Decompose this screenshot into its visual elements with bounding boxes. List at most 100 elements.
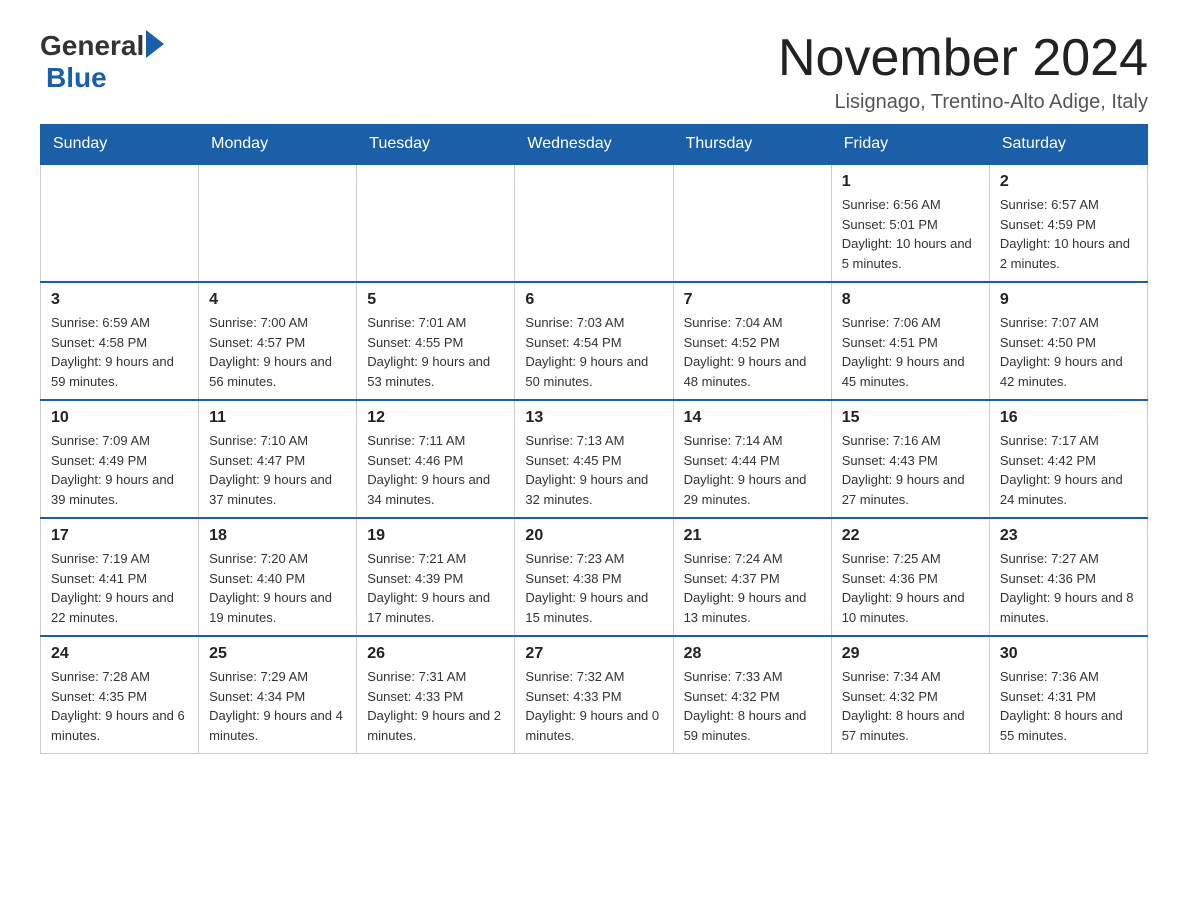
calendar-cell	[515, 164, 673, 282]
day-info: Sunrise: 7:01 AM Sunset: 4:55 PM Dayligh…	[367, 313, 504, 391]
logo-general-text: General	[40, 30, 144, 62]
calendar-week-row: 1Sunrise: 6:56 AM Sunset: 5:01 PM Daylig…	[41, 164, 1148, 282]
day-info: Sunrise: 7:11 AM Sunset: 4:46 PM Dayligh…	[367, 431, 504, 509]
calendar-header-row: SundayMondayTuesdayWednesdayThursdayFrid…	[41, 125, 1148, 165]
calendar-cell: 19Sunrise: 7:21 AM Sunset: 4:39 PM Dayli…	[357, 518, 515, 636]
calendar-cell: 9 Sunrise: 7:07 AM Sunset: 4:50 PM Daylig…	[989, 282, 1147, 400]
calendar-cell: 30 Sunrise: 7:36 AM Sunset: 4:31 PM Dayli…	[989, 636, 1147, 754]
calendar-cell: 11Sunrise: 7:10 AM Sunset: 4:47 PM Dayli…	[199, 400, 357, 518]
col-header-monday: Monday	[199, 125, 357, 165]
day-info: Sunrise: 6:56 AM Sunset: 5:01 PM Dayligh…	[842, 195, 979, 273]
day-number: 12	[367, 409, 504, 427]
calendar-cell	[673, 164, 831, 282]
day-number: 21	[684, 527, 821, 545]
day-info: Sunrise: 7:21 AM Sunset: 4:39 PM Dayligh…	[367, 549, 504, 627]
calendar-week-row: 24Sunrise: 7:28 AM Sunset: 4:35 PM Dayli…	[41, 636, 1148, 754]
calendar-cell: 21Sunrise: 7:24 AM Sunset: 4:37 PM Dayli…	[673, 518, 831, 636]
calendar-cell: 22Sunrise: 7:25 AM Sunset: 4:36 PM Dayli…	[831, 518, 989, 636]
calendar-cell	[357, 164, 515, 282]
day-number: 11	[209, 409, 346, 427]
calendar-week-row: 3 Sunrise: 6:59 AM Sunset: 4:58 PM Daylig…	[41, 282, 1148, 400]
calendar-cell: 23 Sunrise: 7:27 AM Sunset: 4:36 PM Dayli…	[989, 518, 1147, 636]
day-info: Sunrise: 7:19 AM Sunset: 4:41 PM Dayligh…	[51, 549, 188, 627]
day-info: Sunrise: 7:00 AM Sunset: 4:57 PM Dayligh…	[209, 313, 346, 391]
day-number: 7	[684, 291, 821, 309]
calendar-cell: 5 Sunrise: 7:01 AM Sunset: 4:55 PM Daylig…	[357, 282, 515, 400]
day-number: 26	[367, 645, 504, 663]
col-header-saturday: Saturday	[989, 125, 1147, 165]
day-number: 22	[842, 527, 979, 545]
calendar-cell: 13 Sunrise: 7:13 AM Sunset: 4:45 PM Dayli…	[515, 400, 673, 518]
day-number: 28	[684, 645, 821, 663]
day-number: 5	[367, 291, 504, 309]
day-info: Sunrise: 7:32 AM Sunset: 4:33 PM Dayligh…	[525, 667, 662, 745]
calendar-cell: 29 Sunrise: 7:34 AM Sunset: 4:32 PM Dayli…	[831, 636, 989, 754]
logo-blue-text: Blue	[46, 62, 107, 93]
location-subtitle: Lisignago, Trentino-Alto Adige, Italy	[778, 91, 1148, 114]
day-info: Sunrise: 7:28 AM Sunset: 4:35 PM Dayligh…	[51, 667, 188, 745]
col-header-thursday: Thursday	[673, 125, 831, 165]
day-info: Sunrise: 7:29 AM Sunset: 4:34 PM Dayligh…	[209, 667, 346, 745]
calendar-cell: 27 Sunrise: 7:32 AM Sunset: 4:33 PM Dayli…	[515, 636, 673, 754]
calendar-cell: 3 Sunrise: 6:59 AM Sunset: 4:58 PM Daylig…	[41, 282, 199, 400]
day-info: Sunrise: 7:20 AM Sunset: 4:40 PM Dayligh…	[209, 549, 346, 627]
calendar-cell: 14 Sunrise: 7:14 AM Sunset: 4:44 PM Dayli…	[673, 400, 831, 518]
calendar-cell: 10Sunrise: 7:09 AM Sunset: 4:49 PM Dayli…	[41, 400, 199, 518]
day-info: Sunrise: 7:31 AM Sunset: 4:33 PM Dayligh…	[367, 667, 504, 745]
day-number: 14	[684, 409, 821, 427]
calendar-cell: 28 Sunrise: 7:33 AM Sunset: 4:32 PM Dayli…	[673, 636, 831, 754]
day-number: 3	[51, 291, 188, 309]
day-number: 13	[525, 409, 662, 427]
calendar-week-row: 10Sunrise: 7:09 AM Sunset: 4:49 PM Dayli…	[41, 400, 1148, 518]
day-number: 2	[1000, 173, 1137, 191]
calendar-cell: 12 Sunrise: 7:11 AM Sunset: 4:46 PM Dayli…	[357, 400, 515, 518]
day-info: Sunrise: 7:27 AM Sunset: 4:36 PM Dayligh…	[1000, 549, 1137, 627]
calendar-cell: 26 Sunrise: 7:31 AM Sunset: 4:33 PM Dayli…	[357, 636, 515, 754]
day-info: Sunrise: 7:34 AM Sunset: 4:32 PM Dayligh…	[842, 667, 979, 745]
col-header-tuesday: Tuesday	[357, 125, 515, 165]
title-block: November 2024 Lisignago, Trentino-Alto A…	[778, 30, 1148, 114]
calendar-cell	[41, 164, 199, 282]
calendar-table: SundayMondayTuesdayWednesdayThursdayFrid…	[40, 124, 1148, 754]
calendar-cell: 18 Sunrise: 7:20 AM Sunset: 4:40 PM Dayli…	[199, 518, 357, 636]
day-number: 16	[1000, 409, 1137, 427]
day-info: Sunrise: 7:03 AM Sunset: 4:54 PM Dayligh…	[525, 313, 662, 391]
calendar-cell: 1Sunrise: 6:56 AM Sunset: 5:01 PM Daylig…	[831, 164, 989, 282]
day-number: 27	[525, 645, 662, 663]
col-header-sunday: Sunday	[41, 125, 199, 165]
day-info: Sunrise: 7:36 AM Sunset: 4:31 PM Dayligh…	[1000, 667, 1137, 745]
day-number: 6	[525, 291, 662, 309]
day-info: Sunrise: 7:13 AM Sunset: 4:45 PM Dayligh…	[525, 431, 662, 509]
day-info: Sunrise: 6:57 AM Sunset: 4:59 PM Dayligh…	[1000, 195, 1137, 273]
day-number: 29	[842, 645, 979, 663]
day-number: 25	[209, 645, 346, 663]
day-number: 9	[1000, 291, 1137, 309]
day-info: Sunrise: 7:23 AM Sunset: 4:38 PM Dayligh…	[525, 549, 662, 627]
calendar-cell: 7 Sunrise: 7:04 AM Sunset: 4:52 PM Daylig…	[673, 282, 831, 400]
day-number: 18	[209, 527, 346, 545]
col-header-wednesday: Wednesday	[515, 125, 673, 165]
day-info: Sunrise: 7:04 AM Sunset: 4:52 PM Dayligh…	[684, 313, 821, 391]
day-number: 20	[525, 527, 662, 545]
calendar-cell: 4Sunrise: 7:00 AM Sunset: 4:57 PM Daylig…	[199, 282, 357, 400]
day-info: Sunrise: 7:06 AM Sunset: 4:51 PM Dayligh…	[842, 313, 979, 391]
day-info: Sunrise: 7:16 AM Sunset: 4:43 PM Dayligh…	[842, 431, 979, 509]
day-number: 8	[842, 291, 979, 309]
day-number: 23	[1000, 527, 1137, 545]
calendar-cell: 8 Sunrise: 7:06 AM Sunset: 4:51 PM Daylig…	[831, 282, 989, 400]
calendar-cell: 24Sunrise: 7:28 AM Sunset: 4:35 PM Dayli…	[41, 636, 199, 754]
logo-arrow-icon	[146, 30, 164, 58]
day-info: Sunrise: 7:33 AM Sunset: 4:32 PM Dayligh…	[684, 667, 821, 745]
calendar-cell: 17Sunrise: 7:19 AM Sunset: 4:41 PM Dayli…	[41, 518, 199, 636]
day-number: 15	[842, 409, 979, 427]
calendar-cell: 6 Sunrise: 7:03 AM Sunset: 4:54 PM Daylig…	[515, 282, 673, 400]
day-info: Sunrise: 7:14 AM Sunset: 4:44 PM Dayligh…	[684, 431, 821, 509]
day-info: Sunrise: 7:07 AM Sunset: 4:50 PM Dayligh…	[1000, 313, 1137, 391]
calendar-week-row: 17Sunrise: 7:19 AM Sunset: 4:41 PM Dayli…	[41, 518, 1148, 636]
month-year-title: November 2024	[778, 30, 1148, 87]
calendar-cell	[199, 164, 357, 282]
day-info: Sunrise: 6:59 AM Sunset: 4:58 PM Dayligh…	[51, 313, 188, 391]
calendar-cell: 25 Sunrise: 7:29 AM Sunset: 4:34 PM Dayli…	[199, 636, 357, 754]
logo: General Blue	[40, 30, 164, 94]
day-number: 30	[1000, 645, 1137, 663]
